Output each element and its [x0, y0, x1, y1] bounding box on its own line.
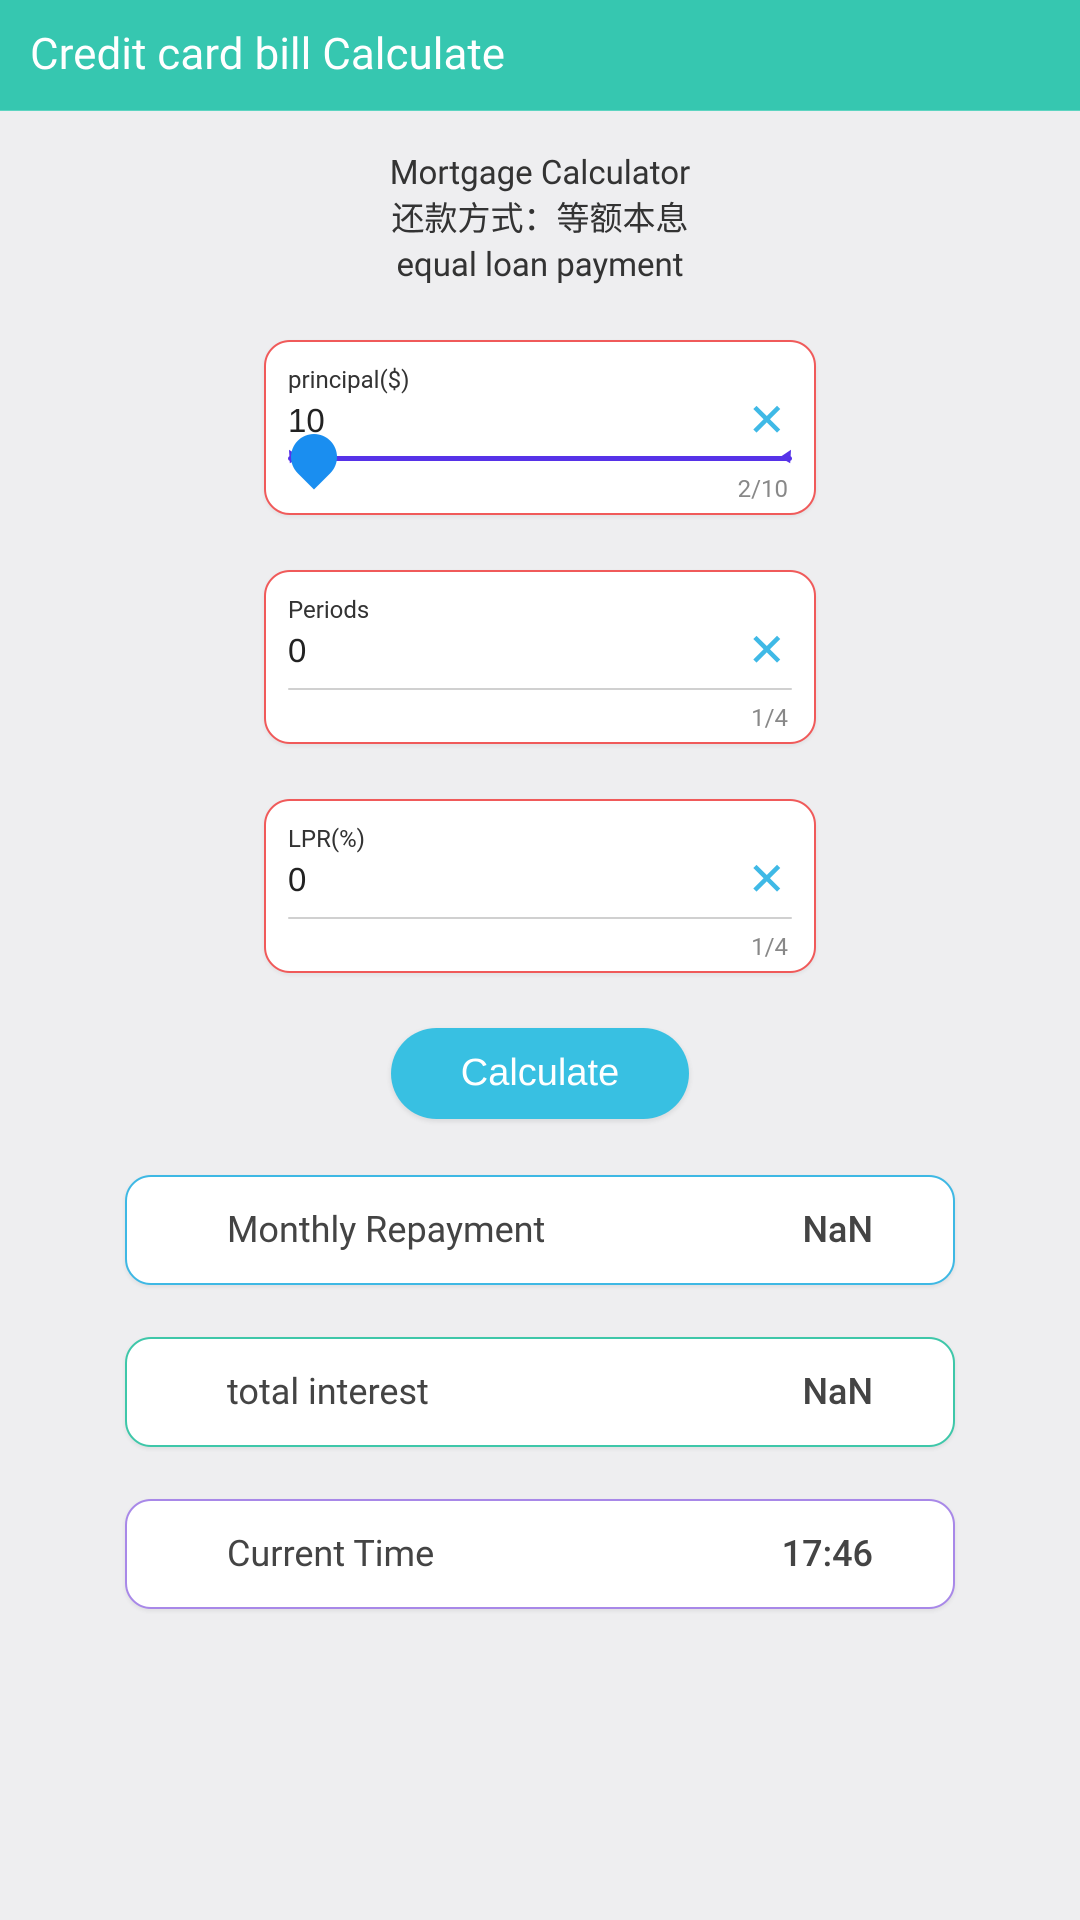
time-value: 17:46	[782, 1533, 873, 1575]
interest-value: NaN	[803, 1371, 874, 1413]
lpr-label: LPR(%)	[288, 825, 792, 853]
calculate-button[interactable]: Calculate	[391, 1028, 689, 1119]
time-label: Current Time	[227, 1533, 434, 1575]
title-line2: 还款方式：等额本息	[0, 197, 1080, 243]
app-header: Credit card bill Calculate	[0, 0, 1080, 111]
content: Mortgage Calculator 还款方式：等额本息 equal loan…	[0, 111, 1080, 1609]
title-line3: equal loan payment	[0, 243, 1080, 289]
monthly-value: NaN	[803, 1209, 874, 1251]
principal-input-card: principal($) ✕ 2/10	[264, 340, 816, 515]
principal-label: principal($)	[288, 366, 792, 394]
periods-input-card: Periods ✕ 1/4	[264, 570, 816, 744]
lpr-input-card: LPR(%) ✕ 1/4	[264, 799, 816, 973]
principal-input[interactable]	[288, 402, 588, 440]
monthly-repayment-card: Monthly Repayment NaN	[125, 1175, 955, 1285]
total-interest-card: total interest NaN	[125, 1337, 955, 1447]
current-time-card: Current Time 17:46	[125, 1499, 955, 1609]
periods-input[interactable]	[288, 632, 588, 670]
periods-label: Periods	[288, 596, 792, 624]
principal-counter: 2/10	[288, 475, 792, 503]
clear-icon[interactable]: ✕	[747, 857, 786, 903]
lpr-underline	[288, 917, 792, 919]
clear-icon[interactable]: ✕	[747, 628, 786, 674]
clear-icon[interactable]: ✕	[747, 398, 786, 444]
periods-counter: 1/4	[288, 704, 792, 732]
title-line1: Mortgage Calculator	[0, 151, 1080, 197]
title-block: Mortgage Calculator 还款方式：等额本息 equal loan…	[0, 151, 1080, 290]
lpr-input[interactable]	[288, 861, 588, 899]
lpr-counter: 1/4	[288, 933, 792, 961]
app-title: Credit card bill Calculate	[30, 28, 505, 80]
periods-underline	[288, 688, 792, 690]
monthly-label: Monthly Repayment	[227, 1209, 545, 1251]
principal-slider[interactable]	[288, 456, 792, 461]
interest-label: total interest	[227, 1371, 429, 1413]
